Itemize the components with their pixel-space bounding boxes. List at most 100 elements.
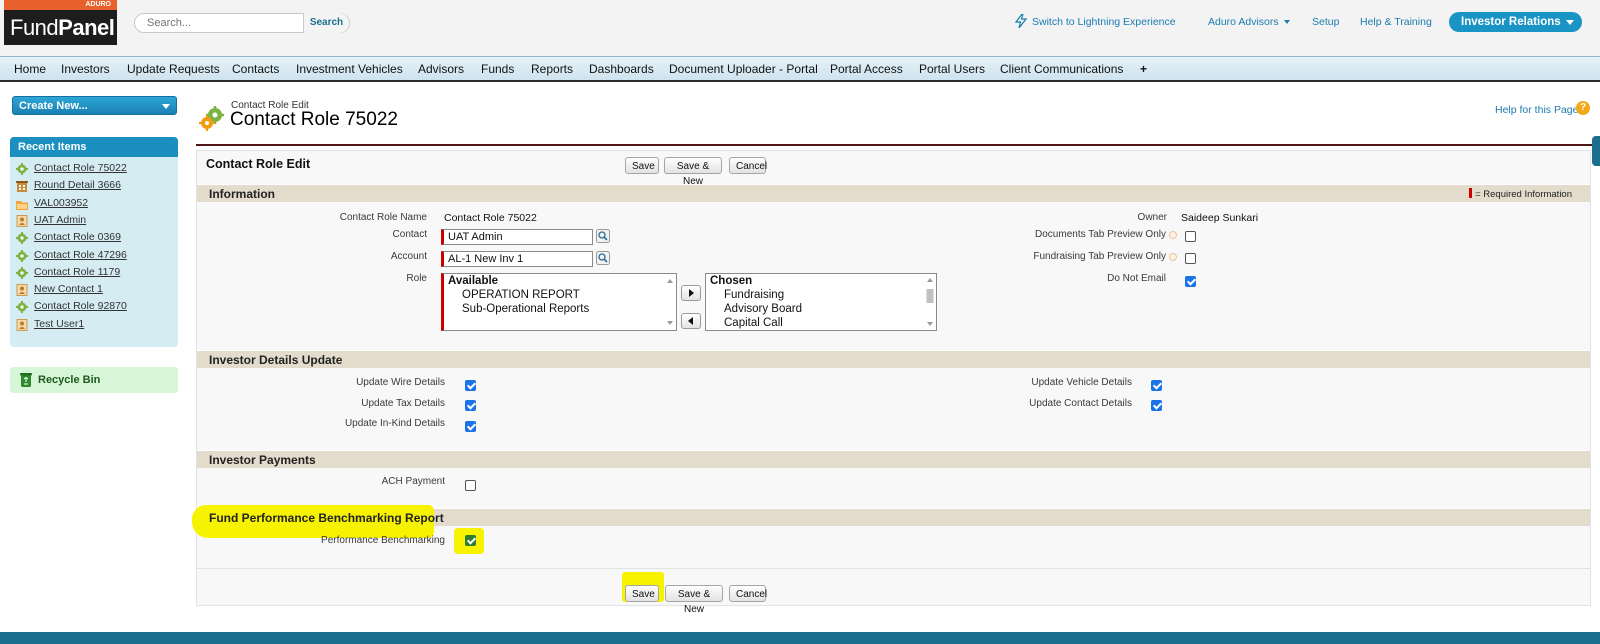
app-menu-button[interactable]: Investor Relations <box>1449 12 1582 32</box>
help-for-page-link[interactable]: Help for this Page <box>1495 104 1578 116</box>
lightning-bolt-icon <box>1015 14 1027 28</box>
lookup-icon[interactable] <box>596 229 610 243</box>
save-new-button-bottom[interactable]: Save & New <box>665 585 723 615</box>
create-new-menu[interactable]: Create New... <box>12 96 177 115</box>
contact-field[interactable]: UAT Admin <box>441 229 593 245</box>
recent-item-link[interactable]: VAL003952 <box>34 197 88 209</box>
update-contact-checkbox[interactable] <box>1151 400 1162 411</box>
owner-value: Saideep Sunkari <box>1181 212 1259 224</box>
chevron-down-icon <box>162 104 170 109</box>
save-button-top[interactable]: Save <box>625 157 659 174</box>
update-inkind-checkbox[interactable] <box>465 421 476 432</box>
fundraising-tab-preview-checkbox[interactable] <box>1185 253 1196 264</box>
gear-icon <box>16 249 28 262</box>
update-tax-checkbox[interactable] <box>465 400 476 411</box>
divider <box>197 568 1590 569</box>
section-information: Information = Required Information <box>197 184 1590 202</box>
save-new-button-top[interactable]: Save & New <box>664 157 722 187</box>
tab-advisors[interactable]: Advisors <box>418 62 464 76</box>
update-wire-label: Update Wire Details <box>356 377 445 388</box>
page: ADURO FundPanel Search Switch to Lightni… <box>0 0 1600 632</box>
search-button[interactable]: Search <box>303 13 349 33</box>
account-label: Account <box>390 251 427 262</box>
available-option[interactable]: OPERATION REPORT <box>462 289 580 301</box>
tab-update-requests[interactable]: Update Requests <box>127 62 220 76</box>
recent-item-link[interactable]: New Contact 1 <box>34 283 103 295</box>
recent-item-link[interactable]: Contact Role 1179 <box>34 266 120 278</box>
search-box: Search <box>134 13 350 33</box>
folder-icon <box>16 200 28 210</box>
tab-document-uploader[interactable]: Document Uploader - Portal <box>669 62 818 76</box>
scrollbar[interactable] <box>925 275 935 329</box>
chosen-option[interactable]: Fundraising <box>724 289 784 301</box>
help-training-link[interactable]: Help & Training <box>1360 16 1432 28</box>
documents-tab-preview-checkbox[interactable] <box>1185 231 1196 242</box>
ach-payment-label: ACH Payment <box>381 476 445 487</box>
recycle-bin-link[interactable]: Recycle Bin <box>10 367 178 393</box>
cancel-button-top[interactable]: Cancel <box>729 157 767 174</box>
tab-portal-users[interactable]: Portal Users <box>919 62 985 76</box>
org-menu-label: Aduro Advisors <box>1208 16 1279 28</box>
contact-role-name-label: Contact Role Name <box>339 212 427 223</box>
do-not-email-checkbox[interactable] <box>1185 276 1196 287</box>
chosen-option[interactable]: Advisory Board <box>724 303 802 315</box>
documents-tab-preview-label: Documents Tab Preview Only <box>1035 229 1166 240</box>
tab-dashboards[interactable]: Dashboards <box>589 62 654 76</box>
remove-role-button[interactable] <box>681 313 701 329</box>
required-marker <box>1469 188 1473 198</box>
section-information-title: Information <box>209 187 275 201</box>
account-field[interactable]: AL-1 New Inv 1 <box>441 251 593 267</box>
recent-item-link[interactable]: Test User1 <box>34 318 84 330</box>
section-investor-payments-title: Investor Payments <box>209 453 316 467</box>
recent-item-link[interactable]: Contact Role 0369 <box>34 231 121 243</box>
contact-role-name-value: Contact Role 75022 <box>444 212 537 224</box>
setup-link[interactable]: Setup <box>1312 16 1339 28</box>
ach-payment-checkbox[interactable] <box>465 480 476 491</box>
scrollbar[interactable] <box>665 275 675 329</box>
sidebar-toggle[interactable] <box>1592 136 1600 166</box>
performance-benchmarking-checkbox[interactable] <box>465 535 476 546</box>
recent-items-title: Recent Items <box>10 137 178 157</box>
role-chosen-list[interactable]: Chosen Fundraising Advisory Board Capita… <box>705 273 937 331</box>
org-menu[interactable]: Aduro Advisors <box>1208 16 1290 28</box>
tab-portal-access[interactable]: Portal Access <box>830 62 903 76</box>
tab-investors[interactable]: Investors <box>61 62 110 76</box>
lookup-icon[interactable] <box>596 251 610 265</box>
tab-reports[interactable]: Reports <box>531 62 573 76</box>
add-role-button[interactable] <box>681 285 701 301</box>
fundraising-tab-preview-label: Fundraising Tab Preview Only <box>1033 251 1166 262</box>
header-divider <box>196 144 1600 146</box>
tab-contacts[interactable]: Contacts <box>232 62 279 76</box>
recent-item-link[interactable]: Contact Role 92870 <box>34 300 127 312</box>
available-heading: Available <box>448 275 499 287</box>
update-wire-checkbox[interactable] <box>465 380 476 391</box>
search-input[interactable] <box>145 16 295 30</box>
recent-item-link[interactable]: Contact Role 75022 <box>34 162 127 174</box>
required-legend: = Required Information <box>1469 188 1572 200</box>
help-icon[interactable]: ? <box>1576 101 1590 115</box>
available-option[interactable]: Sub-Operational Reports <box>462 303 589 315</box>
tab-investment-vehicles[interactable]: Investment Vehicles <box>296 62 403 76</box>
building-icon <box>16 181 28 193</box>
gear-icon <box>16 232 28 245</box>
save-button-bottom[interactable]: Save <box>625 585 659 602</box>
section-investor-payments: Investor Payments <box>197 450 1590 468</box>
chevron-down-icon <box>1566 20 1574 25</box>
recent-item-link[interactable]: Round Detail 3666 <box>34 179 121 191</box>
cancel-button-bottom[interactable]: Cancel <box>729 585 767 602</box>
fundpanel-logo[interactable]: ADURO FundPanel <box>4 0 117 45</box>
switch-lightning-link[interactable]: Switch to Lightning Experience <box>1032 16 1176 28</box>
add-tab-button[interactable]: + <box>1140 62 1147 76</box>
tab-client-communications[interactable]: Client Communications <box>1000 62 1123 76</box>
chevron-down-icon <box>1283 20 1290 25</box>
recent-item-link[interactable]: Contact Role 47296 <box>34 249 127 261</box>
tab-funds[interactable]: Funds <box>481 62 514 76</box>
recent-item-link[interactable]: UAT Admin <box>34 214 86 226</box>
update-vehicle-checkbox[interactable] <box>1151 380 1162 391</box>
gear-icon <box>16 301 28 314</box>
performance-benchmarking-label: Performance Benchmarking <box>321 535 445 546</box>
tab-home[interactable]: Home <box>14 62 46 76</box>
role-available-list[interactable]: Available OPERATION REPORT Sub-Operation… <box>441 273 677 331</box>
contact-card-icon <box>16 318 28 331</box>
chosen-option[interactable]: Capital Call <box>724 317 783 329</box>
